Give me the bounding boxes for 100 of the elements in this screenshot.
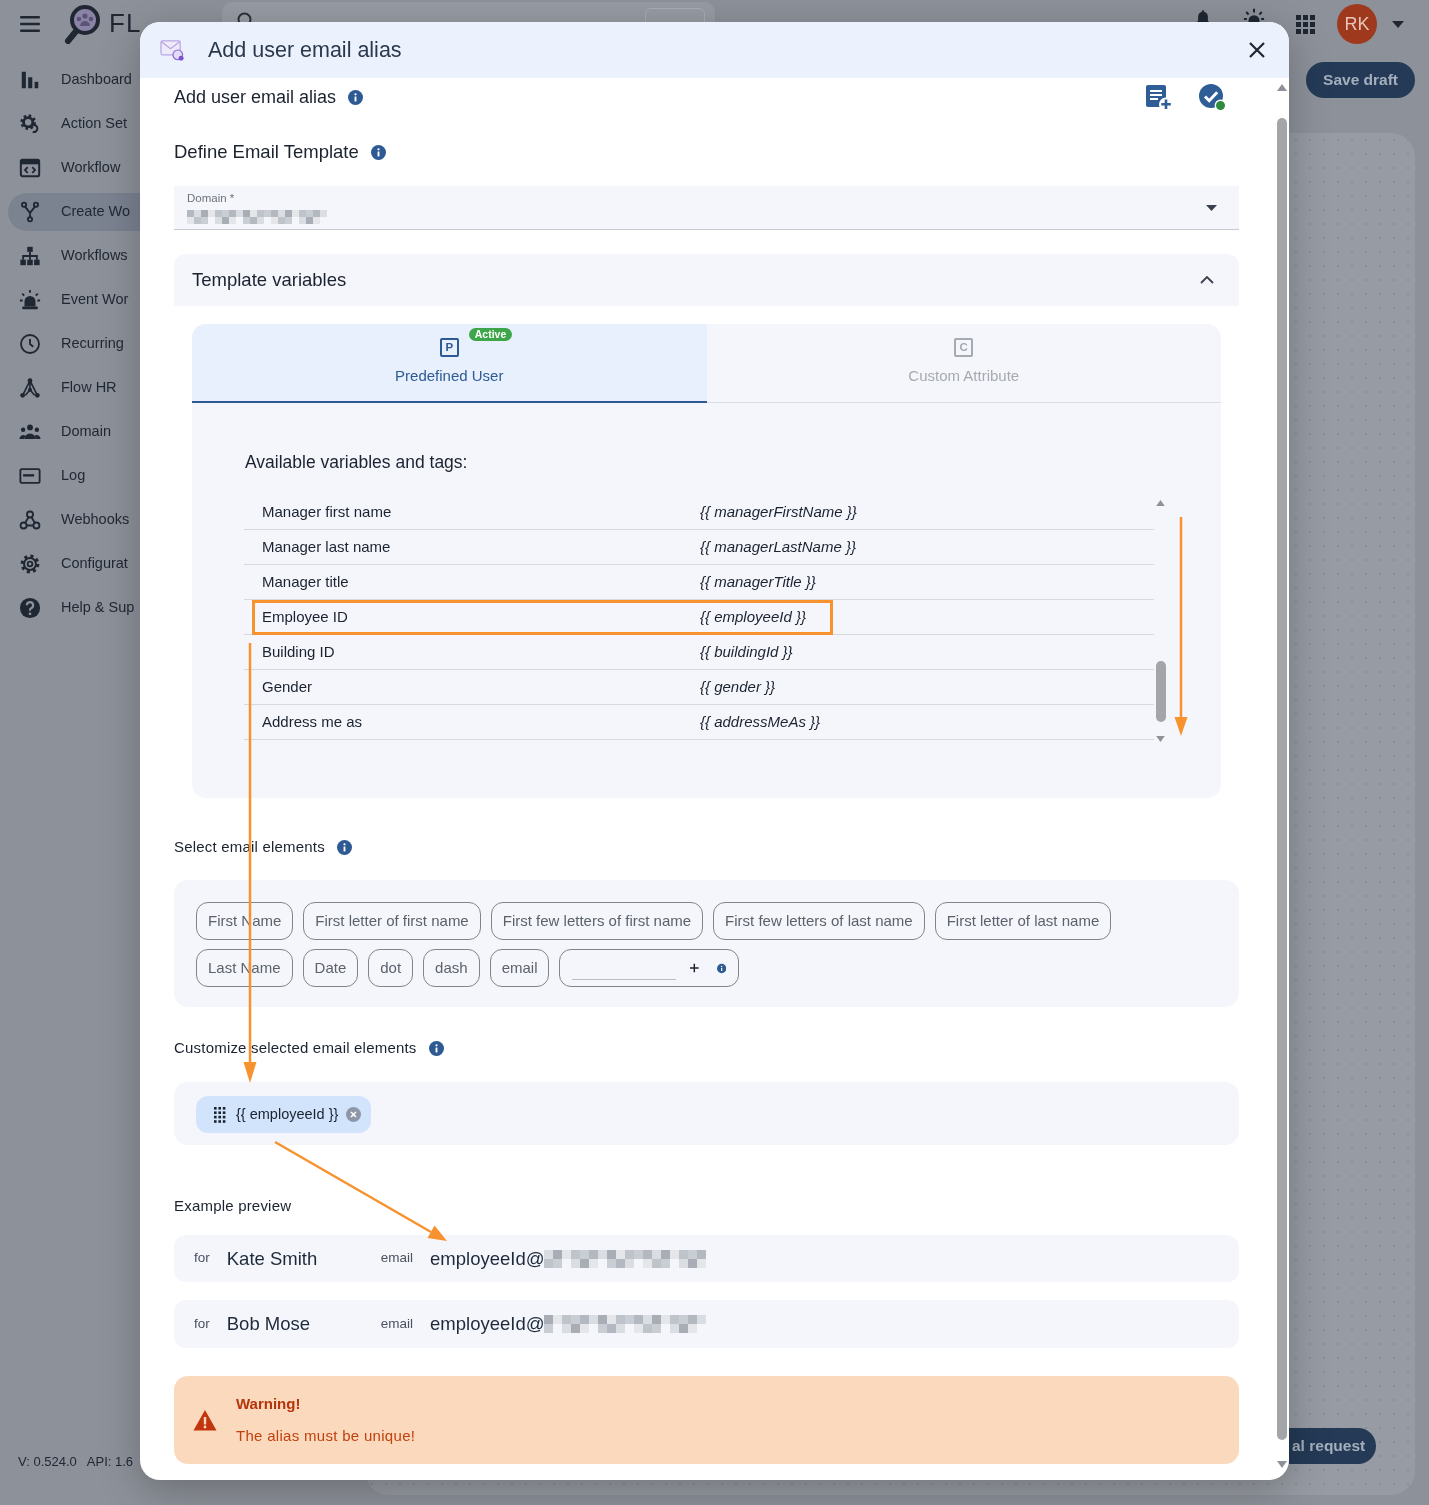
sidebar-item[interactable]: Flow HR	[8, 369, 140, 407]
info-icon[interactable]	[428, 1040, 444, 1056]
dialog-title: Add user email alias	[208, 37, 402, 63]
scroll-up-icon[interactable]	[1276, 84, 1287, 91]
scrollbar-thumb[interactable]	[1276, 118, 1287, 1440]
drag-handle-icon[interactable]	[214, 1106, 226, 1123]
variable-name: Gender	[262, 676, 313, 697]
sidebar-item[interactable]: Create Wo	[8, 193, 140, 231]
variable-tag: {{ managerTitle }}	[700, 570, 816, 594]
apps-grid-icon[interactable]	[1296, 14, 1315, 34]
menu-icon[interactable]	[20, 16, 40, 32]
email-element-button[interactable]: email	[489, 949, 550, 987]
scroll-down-icon[interactable]	[1276, 1461, 1287, 1468]
variable-tag: {{ buildingId }}	[700, 640, 793, 664]
variable-name: Building ID	[262, 641, 335, 662]
sidebar-item[interactable]: Help & Sup	[8, 589, 140, 627]
email-element-button[interactable]: Date	[302, 949, 359, 987]
email-address: employeeId@	[430, 1246, 545, 1271]
variable-tag: {{ employeeId }}	[700, 605, 806, 629]
network-icon	[19, 377, 41, 399]
envelope-icon	[160, 38, 185, 62]
domain-select[interactable]: Domain *	[174, 186, 1239, 230]
variable-name: Address me as	[262, 711, 363, 732]
card-icon	[19, 465, 41, 487]
scroll-up-icon[interactable]	[1156, 500, 1165, 506]
email-element-button[interactable]: First few letters of last name	[713, 902, 925, 940]
api-version-text: API: 1.6	[86, 1452, 134, 1471]
sidebar-item[interactable]: Configurat	[8, 545, 140, 583]
gear-refresh-icon	[19, 113, 41, 135]
section-label: Customize selected email elements	[174, 1038, 417, 1058]
magnifier-logo-icon[interactable]	[64, 4, 101, 44]
info-icon[interactable]	[348, 89, 364, 105]
selected-element-chip[interactable]: {{ employeeId }}	[196, 1096, 372, 1133]
email-element-button[interactable]: First letter of first name	[303, 902, 481, 940]
hierarchy-icon	[19, 245, 41, 267]
info-icon[interactable]	[370, 144, 386, 160]
settings-icon	[19, 553, 41, 575]
email-label: email	[380, 1314, 414, 1333]
sidebar-item[interactable]: Workflows	[8, 237, 140, 275]
remove-icon[interactable]	[346, 1107, 362, 1122]
bar-chart-icon	[19, 69, 41, 91]
sidebar-item[interactable]: Workflow	[8, 149, 140, 187]
save-draft-button[interactable]: Save draft	[1306, 62, 1415, 98]
variable-row[interactable]: Address me as {{ addressMeAs }}	[244, 705, 1154, 740]
custom-element-field[interactable]	[559, 949, 740, 987]
document-plus-icon[interactable]	[1146, 84, 1172, 110]
plus-icon[interactable]	[690, 962, 700, 974]
user-avatar[interactable]: RK	[1337, 4, 1377, 44]
tab-letter-mark: C	[954, 338, 974, 358]
scrollbar-thumb[interactable]	[1155, 661, 1166, 722]
variable-tag: {{ managerFirstName }}	[700, 500, 857, 524]
branch-icon	[19, 201, 41, 223]
chevron-up-icon[interactable]	[1200, 276, 1214, 284]
info-icon[interactable]	[717, 961, 727, 975]
sidebar-item[interactable]: Domain	[8, 413, 140, 451]
sidebar-item[interactable]: Action Set	[8, 105, 140, 143]
for-label: for	[194, 1314, 210, 1333]
check-circle-icon[interactable]	[1198, 82, 1227, 112]
email-element-button[interactable]: dot	[368, 949, 414, 987]
email-element-button[interactable]: dash	[423, 949, 480, 987]
sidebar-item[interactable]: Webhooks	[8, 501, 140, 539]
close-icon[interactable]	[1249, 42, 1265, 58]
logo-text: FL	[109, 12, 142, 34]
warning-message: The alias must be unique!	[236, 1427, 416, 1445]
variable-tag: {{ gender }}	[700, 675, 776, 699]
caret-icon[interactable]	[1392, 20, 1404, 28]
sidebar-item[interactable]: Dashboard	[8, 61, 140, 99]
info-icon[interactable]	[336, 839, 352, 855]
sidebar-item[interactable]: Recurring	[8, 325, 140, 363]
scroll-down-icon[interactable]	[1156, 736, 1165, 742]
request-button[interactable]: al request	[1289, 1428, 1376, 1464]
active-badge: Active	[468, 327, 513, 341]
variable-row[interactable]: Manager last name {{ managerLastName }}	[244, 530, 1154, 565]
variable-name: Manager title	[262, 571, 349, 592]
sidebar-item[interactable]: Log	[8, 457, 140, 495]
variable-tag: {{ addressMeAs }}	[700, 710, 821, 734]
version-text: V: 0.524.0	[18, 1452, 77, 1471]
accordion-header[interactable]: Template variables	[174, 254, 1239, 306]
floating-label: Domain *	[187, 191, 236, 205]
person-name: Bob Mose	[226, 1313, 311, 1335]
siren-icon	[19, 289, 41, 311]
code-window-icon	[19, 157, 41, 179]
variable-row[interactable]: Manager first name {{ managerFirstName }}	[244, 495, 1154, 530]
variable-row[interactable]: Building ID {{ buildingId }}	[244, 635, 1154, 670]
tab[interactable]: P Active Predefined User	[192, 324, 707, 403]
person-name: Kate Smith	[226, 1247, 318, 1269]
email-element-button[interactable]: First letter of last name	[934, 902, 1112, 940]
email-element-button[interactable]: First few letters of first name	[490, 902, 704, 940]
help-icon	[19, 597, 41, 619]
section-heading: Define Email Template	[174, 141, 359, 163]
caret-icon[interactable]	[1206, 204, 1217, 211]
webhook-icon	[19, 509, 41, 531]
variables-heading: Available variables and tags:	[245, 452, 469, 472]
section-label: Example preview	[174, 1196, 292, 1216]
variable-name: Employee ID	[262, 606, 348, 627]
sidebar-item[interactable]: Event Wor	[8, 281, 140, 319]
variable-row[interactable]: Gender {{ gender }}	[244, 670, 1154, 705]
warning-title: Warning!	[236, 1395, 301, 1413]
for-label: for	[194, 1249, 210, 1268]
variable-row[interactable]: Manager title {{ managerTitle }}	[244, 565, 1154, 600]
